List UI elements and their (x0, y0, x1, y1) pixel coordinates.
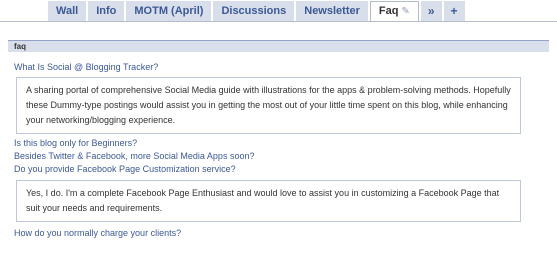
tab-bar: Wall Info MOTM (April) Discussions Newsl… (0, 0, 557, 22)
tab-motm[interactable]: MOTM (April) (126, 1, 212, 21)
faq-question-3[interactable]: Besides Twitter & Facebook, more Social … (8, 150, 549, 163)
more-tabs-icon: » (427, 4, 435, 18)
tab-faq[interactable]: Faq ✎ (369, 1, 419, 22)
tab-info[interactable]: Info (88, 1, 125, 21)
faq-answer-1: A sharing portal of comprehensive Social… (16, 77, 521, 134)
tab-wall[interactable]: Wall (48, 1, 87, 21)
faq-question-2[interactable]: Is this blog only for Beginners? (8, 137, 549, 150)
section-title: faq (8, 40, 549, 52)
tab-bar-divider (0, 21, 557, 22)
more-tabs-button[interactable]: » (420, 1, 442, 21)
tab-newsletter[interactable]: Newsletter (296, 1, 368, 21)
faq-panel: faq What Is Social @ Blogging Tracker? A… (8, 40, 549, 240)
tabs: Wall Info MOTM (April) Discussions Newsl… (48, 1, 467, 22)
add-tab-button[interactable]: + (443, 1, 465, 21)
add-tab-icon: + (450, 4, 458, 18)
tab-faq-label: Faq (378, 5, 399, 17)
faq-question-4[interactable]: Do you provide Facebook Page Customizati… (8, 163, 549, 176)
pencil-icon[interactable]: ✎ (401, 6, 409, 17)
tab-discussions[interactable]: Discussions (213, 1, 295, 21)
faq-question-5[interactable]: How do you normally charge your clients? (8, 227, 549, 240)
faq-question-1[interactable]: What Is Social @ Blogging Tracker? (8, 61, 549, 74)
faq-answer-4: Yes, I do. I'm a complete Facebook Page … (16, 180, 521, 222)
